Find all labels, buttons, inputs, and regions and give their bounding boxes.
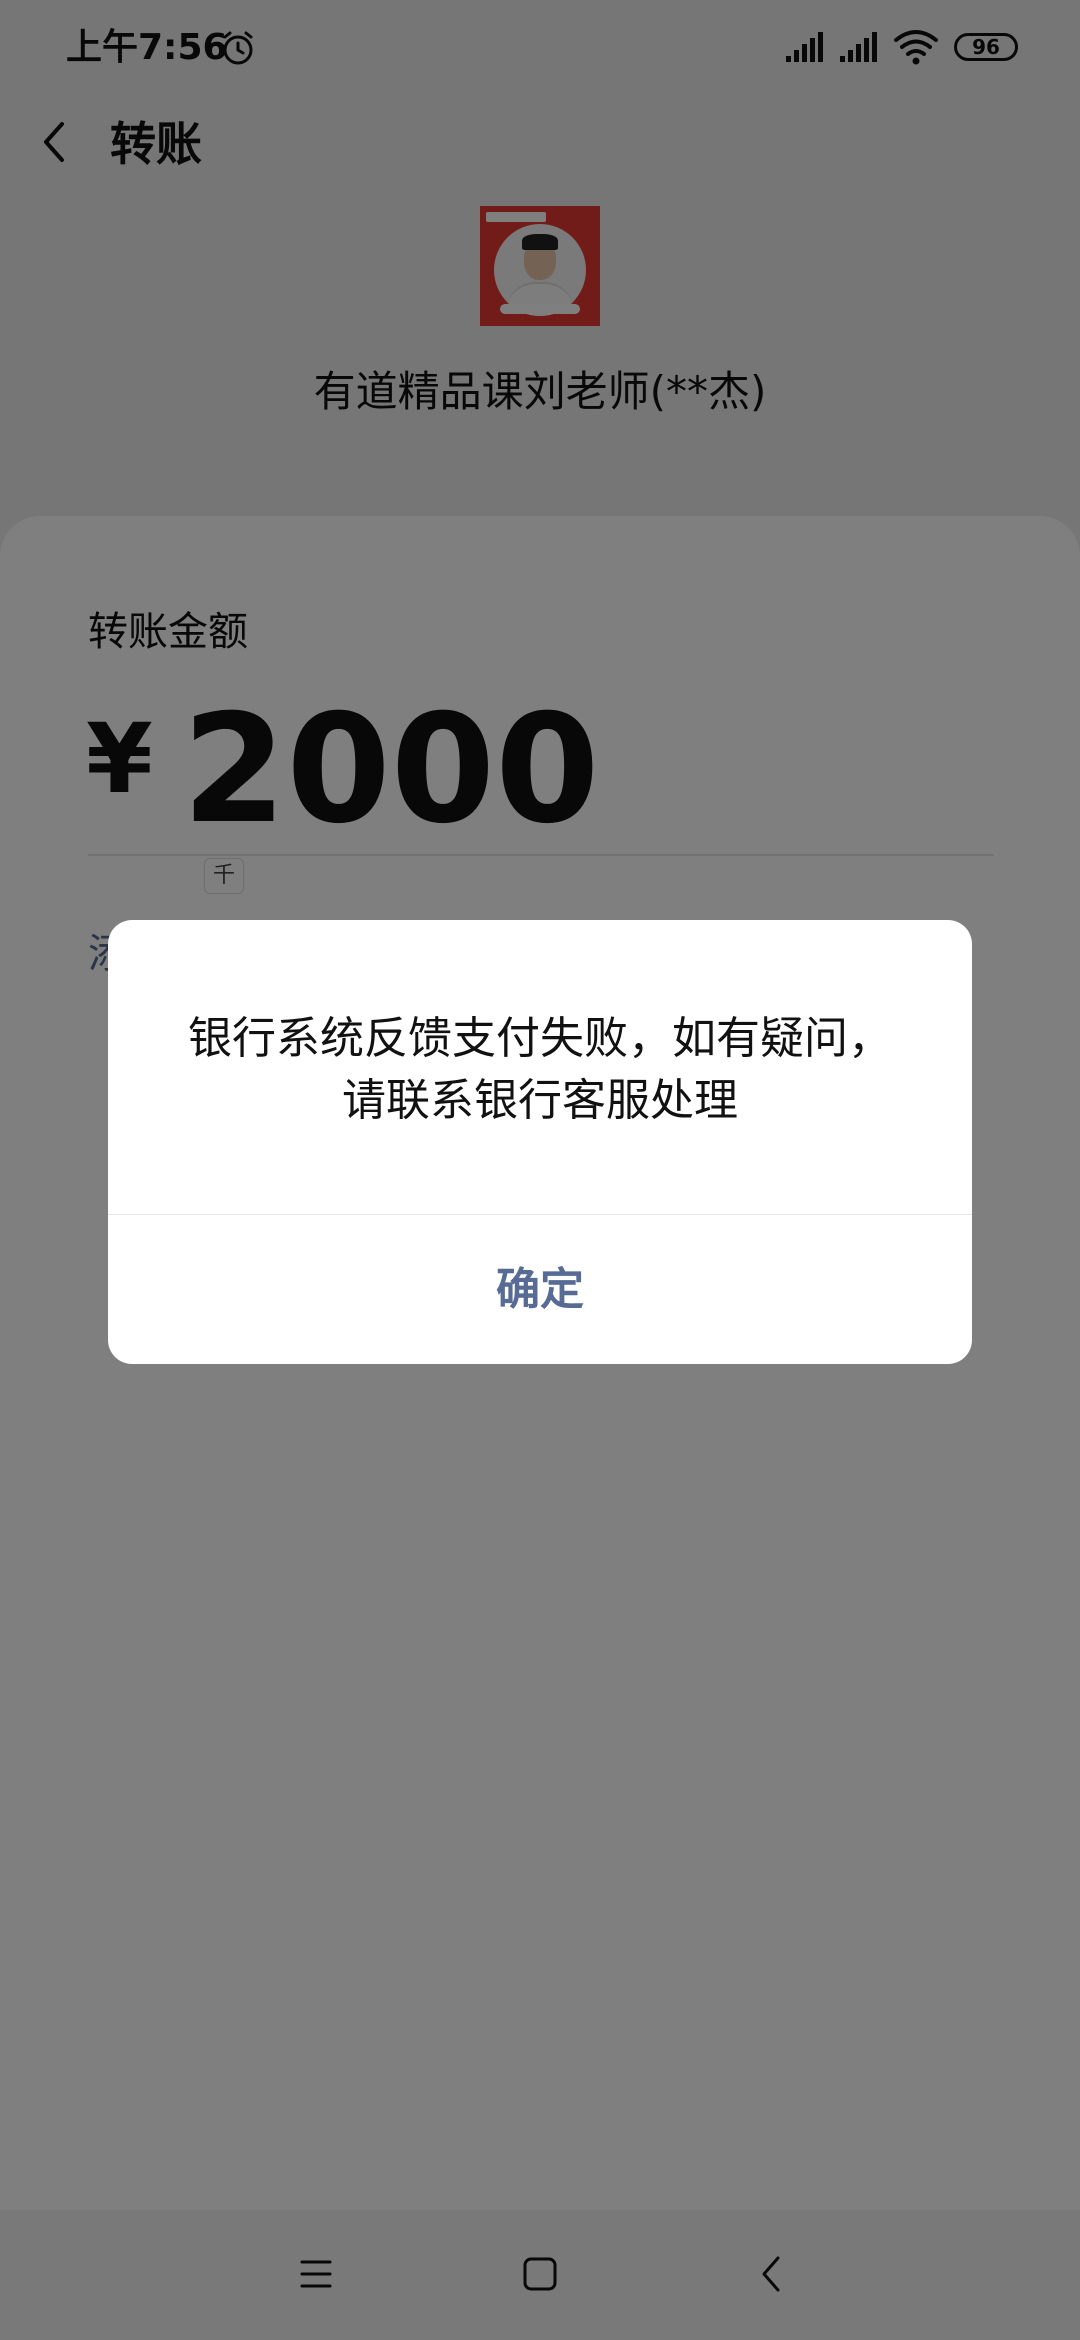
confirm-button[interactable]: 确定 [108,1215,972,1364]
dialog-message-line1: 银行系统反馈支付失败，如有疑问， [188,1013,892,1064]
dialog-message: 银行系统反馈支付失败，如有疑问， 请联系银行客服处理 [168,1008,912,1132]
transfer-screen: 上午7:56 96 转账 [0,0,1080,2340]
payment-failed-dialog: 银行系统反馈支付失败，如有疑问， 请联系银行客服处理 确定 [108,920,972,1364]
dialog-message-line2: 请联系银行客服处理 [342,1075,738,1126]
